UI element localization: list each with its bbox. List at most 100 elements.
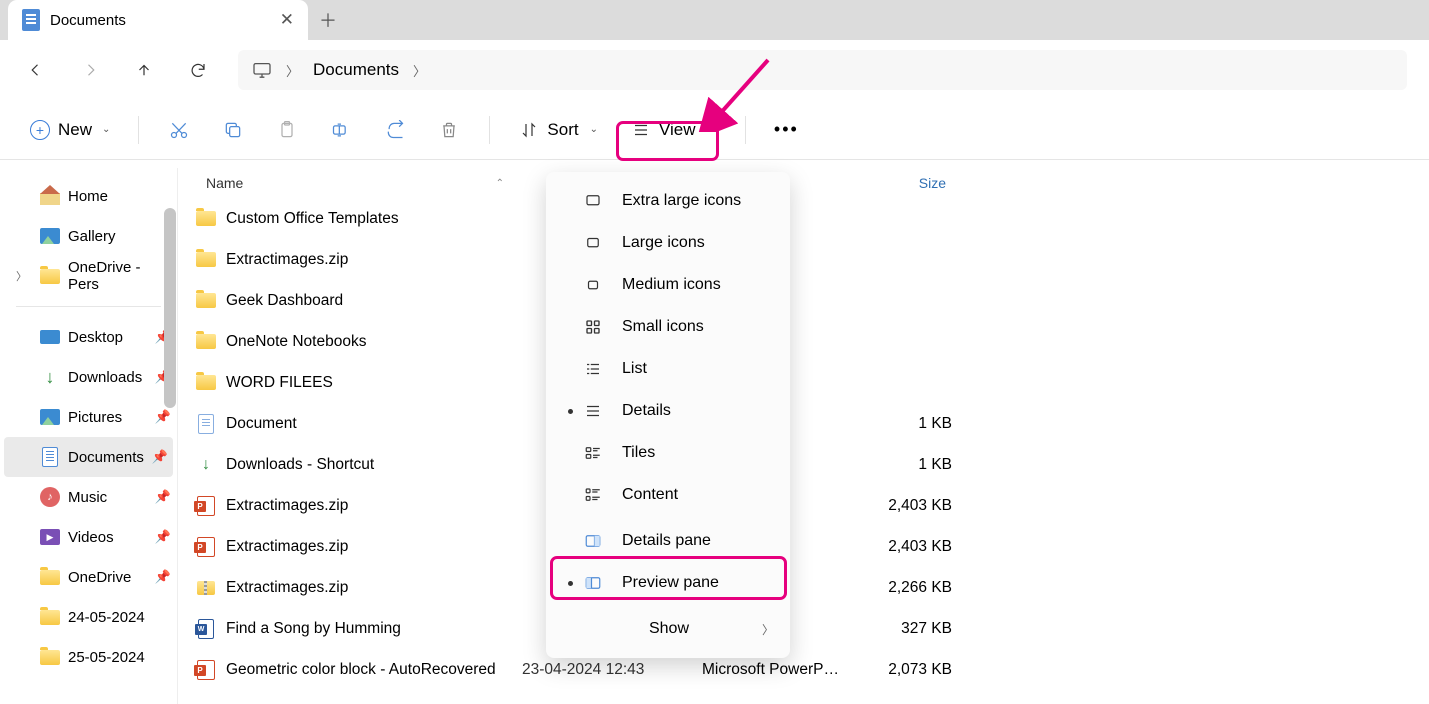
sidebar-item-date1[interactable]: 24-05-2024 <box>0 597 177 637</box>
sort-icon <box>520 121 538 139</box>
view-tiles[interactable]: Tiles <box>546 432 790 474</box>
file-list: Name⌃ Size Custom Office TemplatesrExtra… <box>178 168 1429 704</box>
file-size: 2,266 KB <box>852 579 952 597</box>
sidebar-item-downloads[interactable]: ↓Downloads📌 <box>0 357 177 397</box>
file-row[interactable]: Find a Song by Humming 327 KB <box>178 608 1429 649</box>
rename-button[interactable] <box>319 112 363 148</box>
column-headers: Name⌃ Size <box>178 168 1429 198</box>
view-content[interactable]: Content <box>546 474 790 516</box>
sidebar-item-home[interactable]: Home <box>0 176 177 216</box>
square-icon <box>584 276 602 294</box>
file-row[interactable]: Extractimages.zipr <box>178 239 1429 280</box>
file-name: Extractimages.zip <box>226 579 522 597</box>
file-name: Extractimages.zip <box>226 251 522 269</box>
sidebar-item-pictures[interactable]: Pictures📌 <box>0 397 177 437</box>
column-size[interactable]: Size <box>846 175 946 191</box>
sidebar-item-onedrive[interactable]: OneDrive📌 <box>0 557 177 597</box>
folder-icon <box>196 293 216 308</box>
folder-icon <box>196 334 216 349</box>
gallery-icon <box>40 228 60 244</box>
file-row[interactable]: Geek Dashboardr <box>178 280 1429 321</box>
share-button[interactable] <box>373 112 417 148</box>
file-row[interactable]: WORD FILEES <box>178 362 1429 403</box>
paste-button[interactable] <box>265 112 309 148</box>
file-name: Document <box>226 415 522 433</box>
file-row[interactable]: Extractimages.zipt PowerP…2,403 KB <box>178 485 1429 526</box>
file-size: 2,073 KB <box>852 661 952 679</box>
file-size: 327 KB <box>852 620 952 638</box>
breadcrumb-documents[interactable]: Documents <box>313 60 399 80</box>
sidebar-item-music[interactable]: ♪Music📌 <box>0 477 177 517</box>
file-row[interactable]: Documention Entri…1 KB <box>178 403 1429 444</box>
scrollbar-thumb[interactable] <box>164 208 176 408</box>
folder-icon <box>40 650 60 665</box>
sidebar-item-onedrive-personal[interactable]: 〉OneDrive - Pers <box>0 256 177 296</box>
back-button[interactable] <box>12 52 60 88</box>
sort-label: Sort <box>547 120 578 140</box>
tab-bar: Documents ✕ ＋ <box>0 0 1429 40</box>
tab-title: Documents <box>50 12 270 29</box>
file-name: Custom Office Templates <box>226 210 522 228</box>
chevron-right-icon: 〉 <box>16 268 27 284</box>
new-button[interactable]: + New ⌄ <box>20 114 120 146</box>
bullet-icon <box>568 581 573 586</box>
file-row[interactable]: Geometric color block - AutoRecovered23-… <box>178 649 1429 690</box>
sidebar-scrollbar[interactable] <box>163 168 177 704</box>
file-row[interactable]: Custom Office Templatesr <box>178 198 1429 239</box>
videos-icon: ▶ <box>40 529 60 545</box>
folder-icon <box>196 252 216 267</box>
view-large-icons[interactable]: Large icons <box>546 222 790 264</box>
delete-button[interactable] <box>427 112 471 148</box>
sidebar-item-documents[interactable]: Documents📌 <box>4 437 173 477</box>
view-menu: Extra large icons Large icons Medium ico… <box>546 172 790 658</box>
short-icon: ↓ <box>202 456 210 474</box>
view-show[interactable]: Show〉 <box>546 608 790 650</box>
home-icon <box>40 187 60 205</box>
view-extra-large-icons[interactable]: Extra large icons <box>546 180 790 222</box>
chevron-right-icon[interactable]: 〉 <box>286 61 299 80</box>
file-name: Find a Song by Humming <box>226 620 522 638</box>
nav-bar: 〉 Documents 〉 <box>0 40 1429 100</box>
forward-button[interactable] <box>66 52 114 88</box>
view-details-pane[interactable]: Details pane <box>546 520 790 562</box>
separator <box>138 116 139 144</box>
new-tab-button[interactable]: ＋ <box>308 0 348 40</box>
view-preview-pane[interactable]: Preview pane <box>546 562 790 604</box>
cut-button[interactable] <box>157 112 201 148</box>
file-size: 1 KB <box>852 415 952 433</box>
square-icon <box>584 234 602 252</box>
folder-icon <box>196 211 216 226</box>
file-row[interactable]: OneNote Notebooksr <box>178 321 1429 362</box>
sidebar-item-desktop[interactable]: Desktop📌 <box>0 317 177 357</box>
download-icon: ↓ <box>40 367 60 387</box>
view-small-icons[interactable]: Small icons <box>546 306 790 348</box>
sidebar-item-date2[interactable]: 25-05-2024 <box>0 637 177 677</box>
desktop-icon <box>40 330 60 344</box>
up-button[interactable] <box>120 52 168 88</box>
file-name: Downloads - Shortcut <box>226 456 522 474</box>
file-name: Extractimages.zip <box>226 497 522 515</box>
sidebar-item-videos[interactable]: ▶Videos📌 <box>0 517 177 557</box>
list-lines-icon <box>632 121 650 139</box>
view-details[interactable]: Details <box>546 390 790 432</box>
view-medium-icons[interactable]: Medium icons <box>546 264 790 306</box>
copy-button[interactable] <box>211 112 255 148</box>
file-name: Geometric color block - AutoRecovered <box>226 661 522 679</box>
view-list[interactable]: List <box>546 348 790 390</box>
file-row[interactable]: Extractimages.zipsed (zip…2,266 KB <box>178 567 1429 608</box>
sidebar-item-gallery[interactable]: Gallery <box>0 216 177 256</box>
chevron-right-icon[interactable]: 〉 <box>413 61 426 80</box>
file-size: 2,403 KB <box>852 497 952 515</box>
sort-button[interactable]: Sort ⌄ <box>508 114 610 146</box>
address-bar[interactable]: 〉 Documents 〉 <box>238 50 1407 90</box>
more-button[interactable]: ••• <box>764 113 809 146</box>
tab-documents[interactable]: Documents ✕ <box>8 0 308 40</box>
column-name[interactable]: Name⌃ <box>206 175 516 191</box>
file-size: 2,403 KB <box>852 538 952 556</box>
refresh-button[interactable] <box>174 52 222 88</box>
file-row[interactable]: ↓Downloads - Shortcut1 KB <box>178 444 1429 485</box>
ppt-icon <box>197 660 215 680</box>
close-icon[interactable]: ✕ <box>280 10 294 30</box>
file-row[interactable]: Extractimages.zipt PowerP…2,403 KB <box>178 526 1429 567</box>
view-button[interactable]: View ⌄ <box>620 114 727 146</box>
